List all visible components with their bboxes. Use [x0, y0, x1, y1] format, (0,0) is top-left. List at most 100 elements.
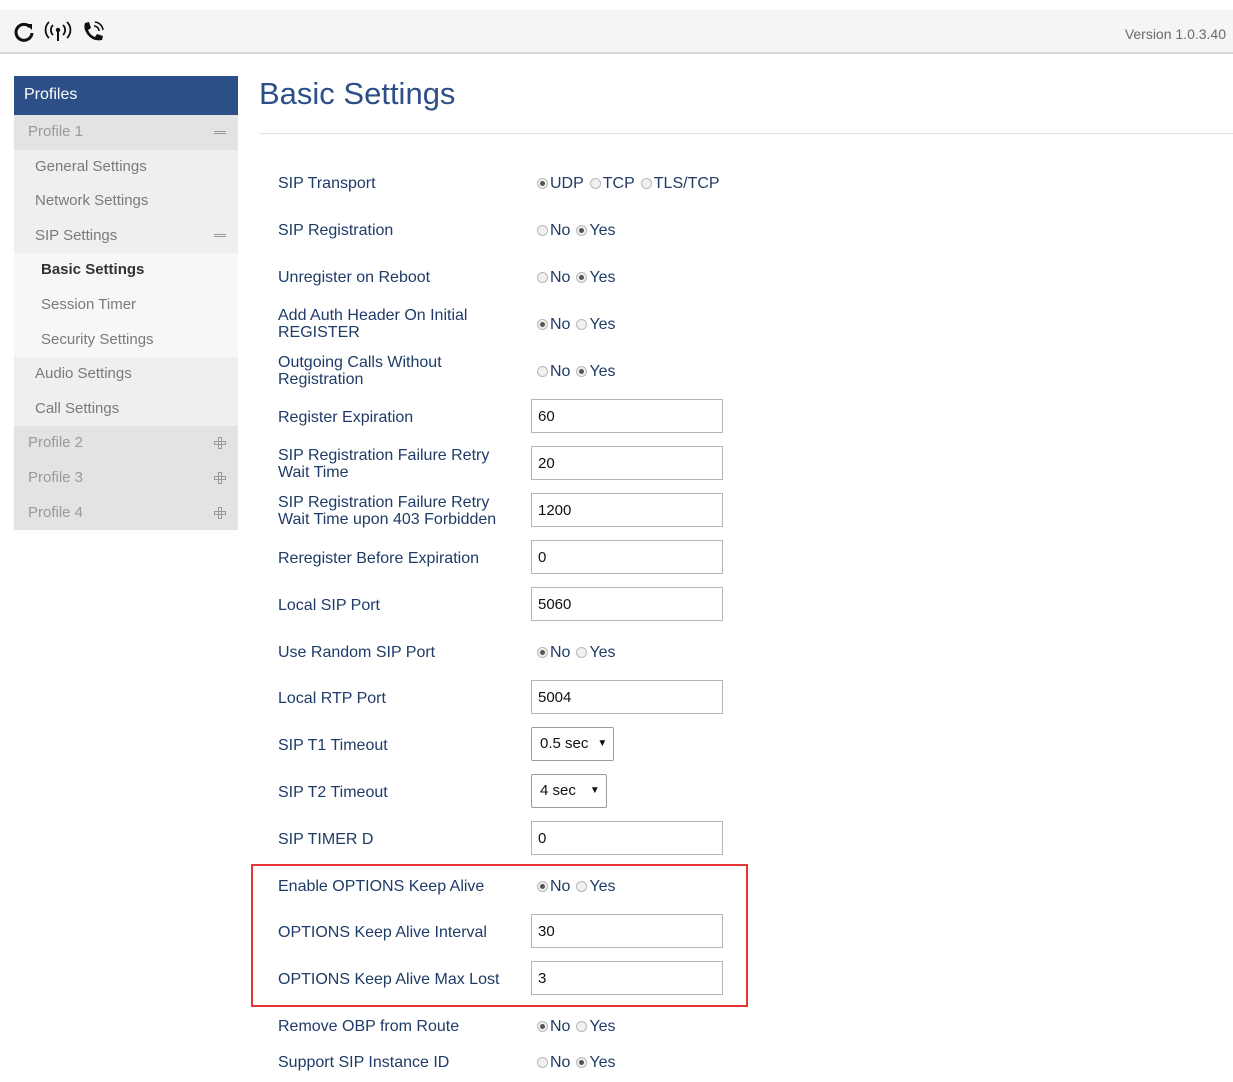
radio-no[interactable]	[537, 1056, 548, 1068]
sidebar-item-security-settings[interactable]: Security Settings	[14, 322, 238, 358]
sidebar-item-profile-2[interactable]: Profile 2	[14, 426, 238, 461]
options-keep-alive-interval-input[interactable]: 30	[531, 914, 723, 948]
row-sip-t1-timeout: SIP T1 Timeout 0.5 sec ▼	[278, 725, 978, 765]
radio-label: No	[550, 269, 571, 286]
radio-no[interactable]	[537, 365, 548, 377]
sidebar-item-audio-settings[interactable]: Audio Settings	[14, 357, 238, 392]
radio-tls-tcp[interactable]	[640, 177, 652, 189]
field-label: Enable OPTIONS Keep Alive	[278, 877, 485, 895]
expand-icon[interactable]	[214, 461, 226, 495]
options-keep-alive-max-lost-input[interactable]: 3	[531, 961, 723, 995]
row-options-keep-alive-interval: OPTIONS Keep Alive Interval 30	[278, 912, 978, 952]
radio-yes[interactable]	[576, 1020, 588, 1032]
row-sip-timer-d: SIP TIMER D 0	[278, 819, 978, 859]
sidebar-item-label: Profile 4	[28, 503, 84, 521]
radio-yes[interactable]	[576, 880, 588, 892]
row-local-rtp-port: Local RTP Port 5004	[278, 678, 978, 718]
local-sip-port-input[interactable]: 5060	[531, 587, 723, 621]
radio-yes[interactable]	[576, 271, 588, 283]
radio-label: Yes	[589, 1054, 616, 1071]
row-local-sip-port: Local SIP Port 5060	[278, 585, 978, 625]
radio-no[interactable]	[537, 271, 548, 283]
sip-instance-id-radio-group: No Yes	[537, 1052, 622, 1074]
sidebar-item-basic-settings[interactable]: Basic Settings	[14, 253, 238, 288]
sidebar-item-profile-4[interactable]: Profile 4	[14, 495, 238, 531]
sidebar-item-sip-settings[interactable]: SIP Settings	[14, 218, 238, 254]
radio-no[interactable]	[537, 880, 548, 892]
sidebar-item-label: Profile 1	[28, 123, 84, 140]
sidebar: Profiles Profile 1 General Settings Netw…	[14, 76, 238, 531]
radio-label: Yes	[589, 878, 616, 895]
row-sip-registration: SIP Registration No Yes	[278, 210, 978, 250]
sidebar-item-label: Call Settings	[35, 399, 120, 417]
sidebar-item-network-settings[interactable]: Network Settings	[14, 184, 238, 219]
select-value: 0.5 sec	[540, 735, 589, 752]
page-title: Basic Settings	[259, 76, 456, 111]
field-label: SIP T1 Timeout	[278, 736, 388, 754]
radio-tcp[interactable]	[589, 177, 601, 189]
sidebar-item-profile-3[interactable]: Profile 3	[14, 460, 238, 496]
radio-label: Yes	[589, 222, 616, 239]
radio-udp[interactable]	[537, 177, 548, 189]
sidebar-item-general-settings[interactable]: General Settings	[14, 149, 238, 185]
sidebar-item-label: Basic Settings	[41, 261, 145, 279]
sip-t1-timeout-select[interactable]: 0.5 sec ▼	[531, 727, 615, 761]
field-label: Outgoing Calls Without Registration	[278, 354, 442, 388]
local-rtp-port-input[interactable]: 5004	[531, 680, 723, 714]
collapse-icon[interactable]	[214, 219, 226, 253]
radio-no[interactable]	[537, 224, 548, 236]
radio-yes[interactable]	[576, 646, 588, 658]
register-expiration-input[interactable]: 60	[531, 399, 723, 433]
radio-yes[interactable]	[576, 1056, 588, 1068]
radio-no[interactable]	[537, 646, 548, 658]
radio-no[interactable]	[537, 1020, 548, 1032]
sidebar-item-label: Audio Settings	[35, 365, 132, 383]
row-reregister-before-expiration: Reregister Before Expiration 0	[278, 538, 978, 578]
radio-label: TLS/TCP	[653, 175, 720, 192]
field-label: OPTIONS Keep Alive Max Lost	[278, 970, 500, 988]
field-label: Remove OBP from Route	[278, 1017, 460, 1035]
sidebar-header-profiles[interactable]: Profiles	[14, 76, 238, 115]
dropdown-arrow-icon: ▼	[589, 785, 600, 796]
divider	[259, 133, 1233, 134]
field-label: Register Expiration	[278, 408, 414, 426]
sidebar-item-profile-1[interactable]: Profile 1	[14, 115, 238, 150]
sip-t2-timeout-select[interactable]: 4 sec ▼	[531, 774, 607, 808]
outgoing-without-reg-radio-group: No Yes	[537, 361, 622, 383]
sidebar-item-session-timer[interactable]: Session Timer	[14, 287, 238, 323]
registration-failure-retry-input[interactable]: 20	[531, 446, 723, 480]
expand-icon[interactable]	[214, 496, 226, 530]
field-label: SIP TIMER D	[278, 830, 374, 848]
expand-icon[interactable]	[214, 426, 226, 460]
sidebar-item-call-settings[interactable]: Call Settings	[14, 391, 238, 427]
reregister-before-expiration-input[interactable]: 0	[531, 540, 723, 574]
field-label: Add Auth Header On Initial REGISTER	[278, 307, 468, 341]
field-label: Local SIP Port	[278, 596, 380, 614]
radio-no[interactable]	[537, 318, 548, 330]
top-bar: Version 1.0.3.40	[0, 10, 1233, 54]
radio-yes[interactable]	[576, 224, 588, 236]
sidebar-item-label: Session Timer	[41, 295, 137, 313]
sip-timer-d-input[interactable]: 0	[531, 821, 723, 855]
radio-label: Yes	[589, 1018, 616, 1035]
radio-label: No	[550, 1018, 571, 1035]
registration-failure-retry-403-input[interactable]: 1200	[531, 493, 723, 527]
row-support-sip-instance-id: Support SIP Instance ID No Yes	[278, 1042, 978, 1082]
field-label: SIP Registration Failure Retry Wait Time…	[278, 494, 497, 528]
row-use-random-sip-port: Use Random SIP Port No Yes	[278, 632, 978, 672]
radio-yes[interactable]	[576, 365, 588, 377]
row-enable-options-keep-alive: Enable OPTIONS Keep Alive No Yes	[278, 866, 978, 906]
collapse-icon[interactable]	[214, 115, 226, 149]
row-sip-transport: SIP Transport UDP TCP TLS/TCP	[278, 163, 978, 203]
remove-obp-radio-group: No Yes	[537, 1016, 622, 1038]
sidebar-item-label: General Settings	[35, 157, 147, 175]
radio-yes[interactable]	[576, 318, 588, 330]
sip-registration-radio-group: No Yes	[537, 220, 622, 242]
sidebar-item-label: Profile 2	[28, 434, 84, 452]
field-label: Local RTP Port	[278, 689, 386, 707]
refresh-icon[interactable]	[13, 21, 35, 43]
radio-label: TCP	[602, 175, 635, 192]
phone-call-icon	[84, 21, 104, 41]
radio-label: UDP	[550, 175, 584, 192]
field-label: SIP Registration Failure Retry Wait Time	[278, 447, 490, 481]
